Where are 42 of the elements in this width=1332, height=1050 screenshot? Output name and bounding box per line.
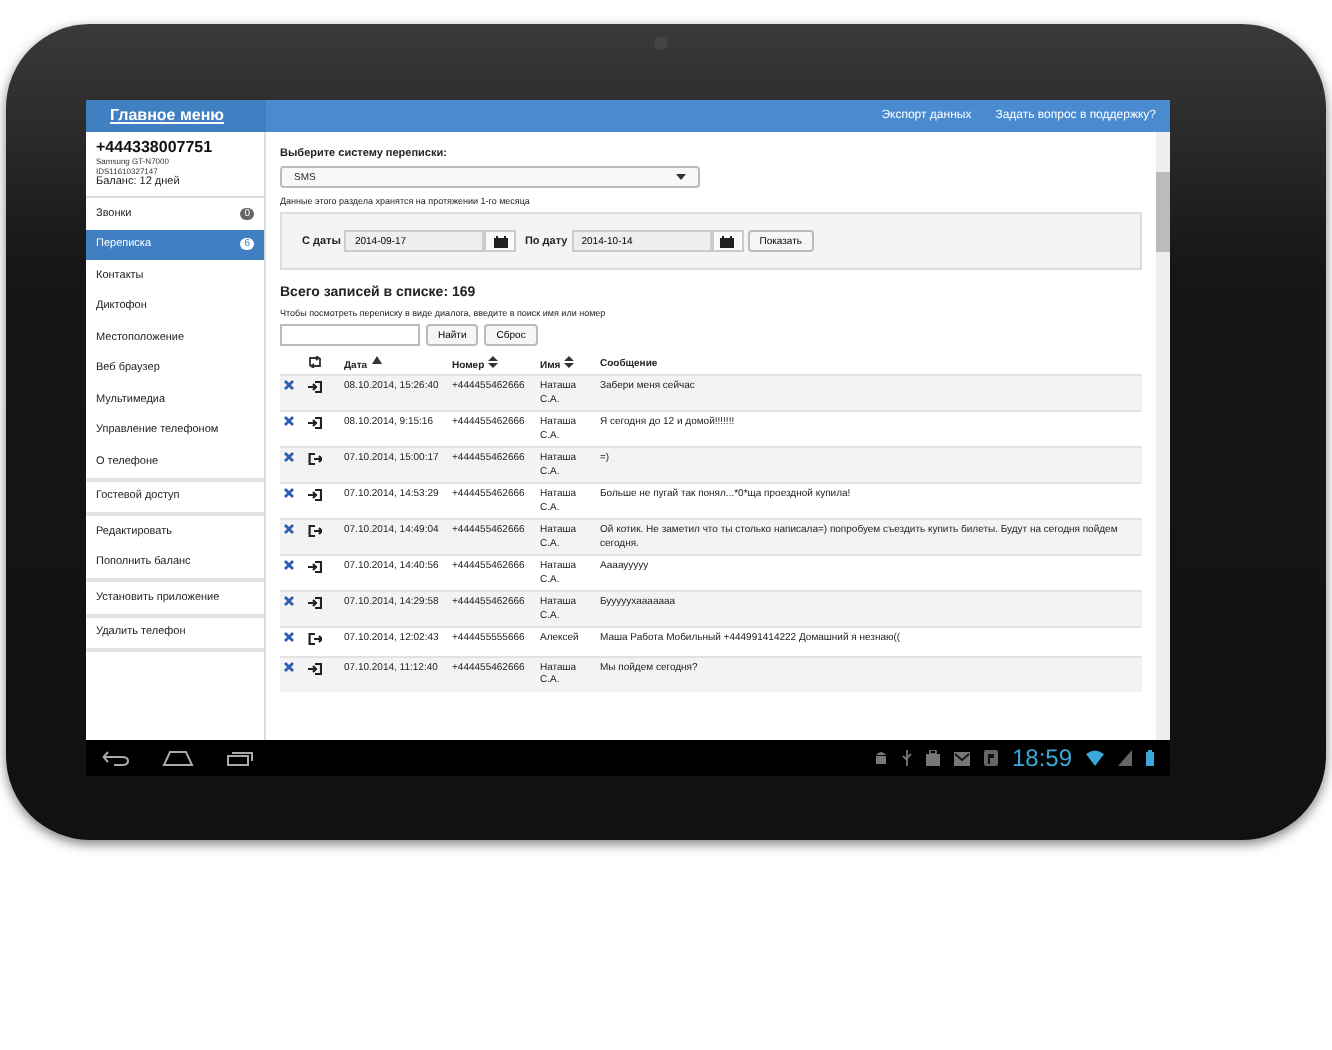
search-field[interactable] <box>280 324 420 346</box>
delete-icon <box>284 661 294 671</box>
sort-up-icon <box>371 356 382 368</box>
delete-icon <box>284 596 294 606</box>
scrollbar[interactable] <box>1156 132 1170 740</box>
outgoing-icon <box>308 452 322 466</box>
swap-icon <box>308 356 322 368</box>
incoming-icon <box>308 416 322 430</box>
calendar-button[interactable] <box>484 230 517 252</box>
sort-icon <box>488 356 499 368</box>
back-icon <box>102 750 130 766</box>
phone-number: +444338007751 <box>96 138 215 156</box>
delete-icon <box>284 488 294 498</box>
calendar-icon <box>493 235 508 247</box>
delete-icon <box>284 416 294 426</box>
outgoing-icon <box>308 632 322 646</box>
incoming-icon <box>308 488 322 502</box>
delete-icon <box>284 632 294 642</box>
p-icon <box>983 750 998 766</box>
delete-icon <box>284 524 294 534</box>
battery-icon <box>1146 750 1154 766</box>
wifi-icon <box>1086 750 1104 766</box>
sort-icon <box>564 356 575 368</box>
main-menu-link[interactable]: Главное меню <box>86 100 266 132</box>
delete-icon <box>284 452 294 462</box>
usb-icon <box>901 750 912 766</box>
signal-icon <box>1118 750 1132 766</box>
outgoing-icon <box>308 524 322 538</box>
mail-icon <box>953 751 970 765</box>
incoming-icon <box>308 596 322 610</box>
caret-icon <box>676 174 686 180</box>
incoming-icon <box>308 661 322 675</box>
bag-icon <box>925 750 940 766</box>
incoming-icon <box>308 560 322 574</box>
calendar-button[interactable] <box>711 230 744 252</box>
incoming-icon <box>308 380 322 394</box>
home-icon <box>162 750 194 766</box>
clock-text: 18:59 <box>1011 744 1072 772</box>
calendar-icon <box>720 235 735 247</box>
delete-icon <box>284 560 294 570</box>
recent-apps-icon <box>226 750 254 766</box>
delete-icon <box>284 380 294 390</box>
